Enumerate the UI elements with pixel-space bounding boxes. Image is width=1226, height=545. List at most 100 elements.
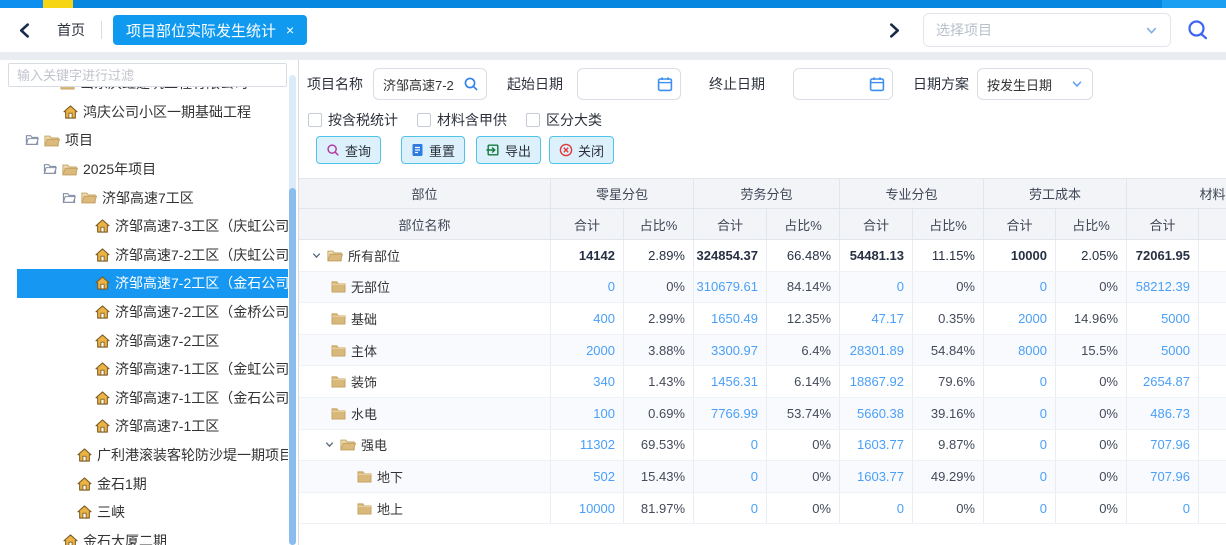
tree-item[interactable]: 济邹高速7-1工区（金虹公司）	[0, 355, 288, 384]
amount-cell[interactable]: 340	[551, 366, 624, 397]
amount-cell[interactable]: 400	[551, 303, 624, 334]
export-button[interactable]: 导出	[476, 136, 541, 164]
amount-cell[interactable]: 1456.31	[694, 366, 767, 397]
amount-cell[interactable]: 58212.39	[1127, 272, 1199, 303]
row-name-cell[interactable]: 强电	[299, 430, 551, 461]
tab-active[interactable]: 项目部位实际发生统计 ×	[113, 15, 307, 45]
amount-cell[interactable]: 1603.77	[840, 430, 913, 461]
checkbox-material[interactable]: 材料含甲供	[417, 110, 507, 130]
amount-cell[interactable]: 502	[551, 461, 624, 492]
amount-cell[interactable]: 72061.95	[1127, 240, 1199, 271]
row-name-cell[interactable]: 地下	[299, 461, 551, 492]
amount-cell[interactable]: 310679.61	[694, 272, 767, 303]
amount-cell[interactable]: 0	[984, 398, 1056, 429]
forward-chevron-icon[interactable]	[888, 23, 901, 38]
table-row[interactable]: 水电1000.69%7766.9953.74%5660.3839.16%00%4…	[299, 398, 1226, 430]
search-icon[interactable]	[1186, 18, 1210, 42]
tree-filter-input[interactable]	[8, 63, 287, 87]
amount-cell[interactable]: 28301.89	[840, 335, 913, 366]
amount-cell[interactable]: 2000	[984, 303, 1056, 334]
amount-cell[interactable]: 54481.13	[840, 240, 913, 271]
query-button[interactable]: 查询	[316, 136, 381, 164]
table-row[interactable]: 地下50215.43%00%1603.7749.29%00%707.96	[299, 461, 1226, 493]
tree-item[interactable]: 济邹高速7-2工区（金石公司）	[17, 269, 288, 298]
table-row[interactable]: 地上1000081.97%00%00%00%0	[299, 493, 1226, 525]
calendar-icon[interactable]	[869, 76, 885, 92]
search-icon[interactable]	[463, 76, 479, 92]
amount-cell[interactable]: 1650.49	[694, 303, 767, 334]
tree-item[interactable]: 济邹高速7-2工区（金桥公司）	[0, 298, 288, 327]
amount-cell[interactable]: 324854.37	[694, 240, 767, 271]
amount-cell[interactable]: 47.17	[840, 303, 913, 334]
amount-cell[interactable]: 2654.87	[1127, 366, 1199, 397]
tab-close-icon[interactable]: ×	[286, 23, 294, 37]
tree-item[interactable]: 济邹高速7-1工区（金石公司）	[0, 384, 288, 413]
amount-cell[interactable]: 0	[984, 461, 1056, 492]
end-date-input[interactable]	[801, 76, 869, 93]
start-date-field[interactable]	[577, 68, 681, 100]
project-name-input[interactable]	[381, 76, 463, 93]
tree-item[interactable]: 项目	[0, 126, 288, 155]
amount-cell[interactable]: 5000	[1127, 303, 1199, 334]
amount-cell[interactable]: 3300.97	[694, 335, 767, 366]
amount-cell[interactable]: 486.73	[1127, 398, 1199, 429]
expander-icon[interactable]	[43, 163, 57, 175]
table-row[interactable]: 基础4002.99%1650.4912.35%47.170.35%200014.…	[299, 303, 1226, 335]
reset-button[interactable]: 重置	[401, 136, 465, 164]
table-row[interactable]: 所有部位141422.89%324854.3766.48%54481.1311.…	[299, 240, 1226, 272]
amount-cell[interactable]: 0	[694, 493, 767, 524]
amount-cell[interactable]: 1603.77	[840, 461, 913, 492]
tab-home[interactable]: 首页	[57, 20, 85, 40]
collapse-icon[interactable]	[324, 439, 335, 450]
row-name-cell[interactable]: 无部位	[299, 272, 551, 303]
table-row[interactable]: 装饰3401.43%1456.316.14%18867.9279.6%00%26…	[299, 366, 1226, 398]
date-scheme-select[interactable]: 按发生日期	[977, 68, 1093, 100]
tree-item[interactable]: 鸿庆公司小区一期基础工程	[0, 98, 288, 127]
amount-cell[interactable]: 0	[984, 272, 1056, 303]
tree-item[interactable]: 金石大厦二期	[0, 527, 288, 545]
tree-item[interactable]: 济邹高速7-2工区（庆虹公司）	[0, 241, 288, 270]
project-name-field[interactable]	[373, 68, 487, 100]
calendar-icon[interactable]	[657, 76, 673, 92]
amount-cell[interactable]: 2000	[551, 335, 624, 366]
tree-item[interactable]: 2025年项目	[0, 155, 288, 184]
checkbox-box[interactable]	[526, 113, 540, 127]
amount-cell[interactable]: 8000	[984, 335, 1056, 366]
amount-cell[interactable]: 0	[840, 493, 913, 524]
amount-cell[interactable]: 10000	[984, 240, 1056, 271]
amount-cell[interactable]: 14142	[551, 240, 624, 271]
start-date-input[interactable]	[585, 76, 657, 93]
amount-cell[interactable]: 0	[840, 272, 913, 303]
amount-cell[interactable]: 707.96	[1127, 430, 1199, 461]
checkbox-category[interactable]: 区分大类	[526, 110, 602, 130]
amount-cell[interactable]: 0	[694, 430, 767, 461]
table-row[interactable]: 无部位00%310679.6184.14%00%00%58212.39	[299, 272, 1226, 304]
amount-cell[interactable]: 5000	[1127, 335, 1199, 366]
row-name-cell[interactable]: 主体	[299, 335, 551, 366]
tree-item[interactable]: 济邹高速7-1工区	[0, 412, 288, 441]
tree-item[interactable]: 济邹高速7-2工区	[0, 326, 288, 355]
close-button[interactable]: 关闭	[549, 136, 614, 164]
row-name-cell[interactable]: 基础	[299, 303, 551, 334]
table-row[interactable]: 强电1130269.53%00%1603.779.87%00%707.96	[299, 430, 1226, 462]
tree-item[interactable]: 济邹高速7工区	[0, 183, 288, 212]
expander-icon[interactable]	[25, 134, 39, 146]
table-row[interactable]: 主体20003.88%3300.976.4%28301.8954.84%8000…	[299, 335, 1226, 367]
amount-cell[interactable]: 707.96	[1127, 461, 1199, 492]
amount-cell[interactable]: 0	[984, 430, 1056, 461]
amount-cell[interactable]: 0	[984, 366, 1056, 397]
amount-cell[interactable]: 11302	[551, 430, 624, 461]
tree-item[interactable]: 三峡	[0, 498, 288, 527]
amount-cell[interactable]: 0	[551, 272, 624, 303]
project-select[interactable]: 选择项目	[923, 13, 1171, 47]
row-name-cell[interactable]: 装饰	[299, 366, 551, 397]
amount-cell[interactable]: 5660.38	[840, 398, 913, 429]
amount-cell[interactable]: 0	[1127, 493, 1199, 524]
tree-item[interactable]: 金石1期	[0, 469, 288, 498]
amount-cell[interactable]: 100	[551, 398, 624, 429]
tree-item[interactable]: 济邹高速7-3工区（庆虹公司）	[0, 212, 288, 241]
amount-cell[interactable]: 10000	[551, 493, 624, 524]
amount-cell[interactable]: 0	[694, 461, 767, 492]
row-name-cell[interactable]: 所有部位	[299, 240, 551, 271]
amount-cell[interactable]: 18867.92	[840, 366, 913, 397]
